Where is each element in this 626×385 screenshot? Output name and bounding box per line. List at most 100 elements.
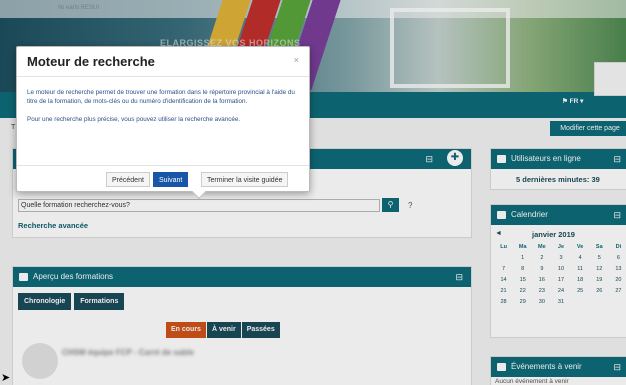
calendar-day[interactable]: 29 [513,296,532,307]
calendar-day[interactable]: 11 [571,263,590,274]
calendar-week: 28 29 30 31 [494,296,626,307]
calendar-day[interactable]: 28 [494,296,513,307]
advanced-search-link[interactable]: Recherche avancée [18,221,88,230]
calendar-day[interactable]: 12 [590,263,609,274]
calendar-day[interactable]: 9 [532,263,551,274]
calendar-prev-button[interactable]: ◄ [495,230,502,237]
calendar-day[interactable]: 1 [513,252,532,263]
calendar-day[interactable]: 4 [571,252,590,263]
search-button[interactable]: ⚲ [382,198,399,212]
calendar-day[interactable]: 25 [571,285,590,296]
site-logo-text: Ilo earls RESUI [58,5,100,11]
course-filters: En cours À venir Passées [166,322,281,338]
calendar-day[interactable]: 2 [532,252,551,263]
calendar-title: Calendrier [511,210,548,219]
tour-text: Le moteur de recherche permet de trouver… [27,89,295,105]
online-users-title: Utilisateurs en ligne [511,154,581,163]
filter-past[interactable]: Passées [241,322,281,338]
calendar-day[interactable]: 19 [590,274,609,285]
calendar-week: 21 22 23 24 25 26 27 [494,285,626,296]
filter-future[interactable]: À venir [206,322,242,338]
calendar-day[interactable]: 3 [551,252,570,263]
calendar-day[interactable]: 13 [609,263,626,274]
calendar-day[interactable]: 30 [532,296,551,307]
course-image[interactable] [22,343,58,379]
calendar-icon [497,363,506,371]
online-users-count: 5 dernières minutes: 39 [516,175,600,184]
close-icon[interactable]: × [294,55,299,65]
calendar-day[interactable] [571,296,590,307]
settings-icon[interactable]: ✚ [447,150,463,166]
calendar-day[interactable]: 17 [551,274,570,285]
calendar-day[interactable]: 20 [609,274,626,285]
course-overview-header: Aperçu des formations ⊟ [13,267,471,287]
tour-title: Moteur de recherche [17,47,309,77]
calendar-grid: Lu Ma Me Je Ve Sa Di 1 2 3 4 5 6 7 8 9 10 11 12 13 14 15 16 17… [494,241,626,307]
mouse-cursor-icon: ➤ [1,372,11,384]
collapse-icon[interactable]: ⊟ [455,267,463,287]
language-selector[interactable]: ⚑ FR ▾ [562,97,583,105]
calendar-day[interactable]: 14 [494,274,513,285]
calendar-icon [497,211,506,219]
calendar-day[interactable]: 10 [551,263,570,274]
calendar-week: 14 15 16 17 18 19 20 [494,274,626,285]
help-icon[interactable]: ? [408,201,412,210]
list-icon [19,273,28,281]
events-title: Événements à venir [511,362,582,371]
tour-text: Pour une recherche plus précise, vous po… [27,116,241,123]
calendar-month: janvier 2019 [532,230,575,239]
edit-page-button[interactable]: Modifier cette page [550,121,626,136]
collapse-icon[interactable]: ⊟ [613,357,621,377]
calendar-day[interactable]: 27 [609,285,626,296]
tab-courses[interactable]: Formations [74,293,125,310]
calendar-day[interactable] [609,296,626,307]
tour-next-button[interactable]: Suivant [153,172,189,187]
calendar-day[interactable]: 24 [551,285,570,296]
calendar-day[interactable]: 26 [590,285,609,296]
tour-popover: Moteur de recherche × Le moteur de reche… [16,46,310,200]
calendar-day-header: Me [538,243,546,250]
calendar-day-header: Ve [576,243,584,250]
calendar-day[interactable]: 21 [494,285,513,296]
calendar-day[interactable]: 7 [494,263,513,274]
overview-tabs: Chronologie Formations [18,293,125,310]
calendar-day[interactable]: 5 [590,252,609,263]
tour-prev-button[interactable]: Précédent [106,172,150,187]
calendar-day-header: Ma [518,243,527,250]
collapse-icon[interactable]: ⊟ [613,149,621,169]
calendar-day[interactable]: 8 [513,263,532,274]
tour-end-button[interactable]: Terminer la visite guidée [201,172,289,187]
calendar-day[interactable] [590,296,609,307]
avatar[interactable] [594,62,626,96]
search-icon: ⚲ [387,200,394,209]
tour-footer: Précédent Suivant Terminer la visite gui… [17,165,309,191]
calendar-day[interactable]: 6 [609,252,626,263]
filter-in-progress[interactable]: En cours [166,322,207,338]
calendar-day[interactable]: 22 [513,285,532,296]
calendar-day-header: Sa [595,243,603,250]
tab-timeline[interactable]: Chronologie [18,293,72,310]
no-events-text: Aucun événement à venir [495,378,569,385]
events-header: Événements à venir ⊟ [491,357,626,377]
calendar-day[interactable] [494,252,513,263]
calendar-week: 123456 [494,252,626,263]
calendar-day[interactable]: 16 [532,274,551,285]
calendar-week: 7 8 9 10 11 12 13 [494,263,626,274]
users-icon [497,155,506,163]
calendar-header: Calendrier ⊟ [491,205,626,225]
collapse-icon[interactable]: ⊟ [613,205,621,225]
course-title[interactable]: CHSM équipe FCP - Carré de sable [62,348,194,357]
calendar-day-header: Je [557,243,565,250]
calendar-day[interactable]: 31 [551,296,570,307]
left-label: T [11,124,16,131]
course-overview-title: Aperçu des formations [33,272,114,281]
banner-image-frame [390,8,510,88]
calendar-day[interactable]: 15 [513,274,532,285]
calendar-day[interactable]: 18 [571,274,590,285]
calendar-day-header: Lu [500,243,507,250]
online-users-header: Utilisateurs en ligne ⊟ [491,149,626,169]
calendar-day-header: Di [615,243,622,250]
collapse-icon[interactable]: ⊟ [425,149,433,169]
calendar-day[interactable]: 23 [532,285,551,296]
search-input[interactable]: Quelle formation recherchez-vous? [18,199,380,212]
